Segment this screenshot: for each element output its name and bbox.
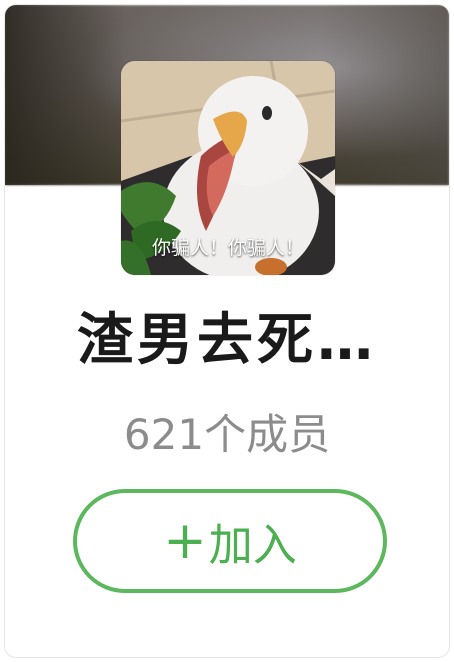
group-name: 渣男去死… xyxy=(77,308,377,373)
group-avatar[interactable]: 你骗人！你骗人！ xyxy=(121,61,335,275)
member-count: 621个成员 xyxy=(123,410,331,459)
join-button-label: 加入 xyxy=(208,520,297,571)
join-button[interactable]: + 加入 xyxy=(73,489,387,593)
avatar-caption: 你骗人！你骗人！ xyxy=(151,237,304,259)
group-card[interactable]: 你骗人！你骗人！ 渣男去死… 621个成员 + 加入 xyxy=(4,4,450,658)
banner-shade xyxy=(5,5,125,185)
banner-shade-right xyxy=(319,5,449,185)
plus-icon: + xyxy=(163,511,207,571)
